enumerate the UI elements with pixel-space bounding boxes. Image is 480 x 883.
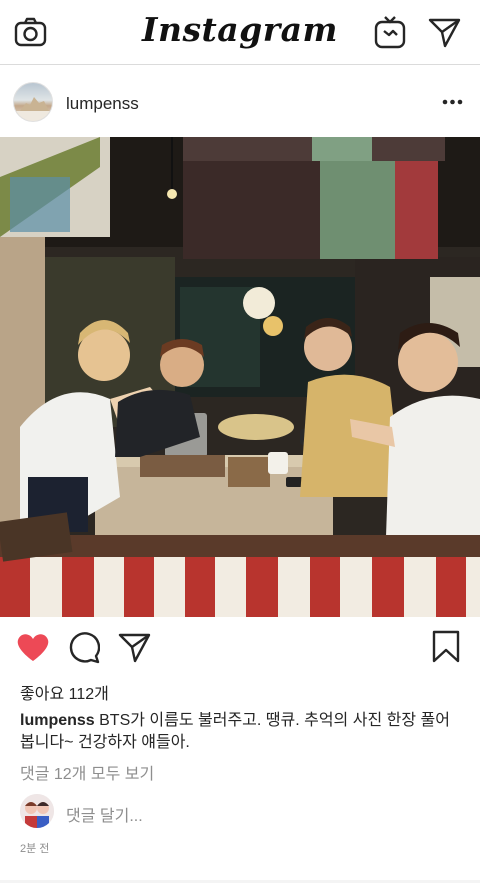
avatar-image (14, 97, 52, 121)
comment-input[interactable]: 댓글 달기... (66, 802, 143, 826)
more-options-svg (442, 99, 463, 105)
caption-username[interactable]: lumpenss (20, 712, 95, 729)
heart-filled-icon[interactable] (16, 632, 50, 667)
avatar[interactable] (13, 82, 53, 122)
top-navigation-bar: Instagram (0, 0, 480, 65)
direct-message-icon-svg (428, 18, 461, 48)
current-user-avatar (20, 794, 54, 828)
add-comment-row: 댓글 달기... (20, 794, 460, 830)
more-options-icon[interactable] (438, 94, 468, 110)
app-title: Instagram (142, 10, 338, 49)
comment-icon[interactable] (68, 632, 101, 669)
direct-message-icon[interactable] (428, 17, 462, 54)
post-actions (0, 620, 480, 676)
share-icon[interactable] (118, 632, 152, 669)
post-timestamp: 2분 전 (20, 843, 50, 855)
post-caption: lumpenss BTS가 이름도 불러주고. 땡큐. 추억의 사진 한장 풀어… (20, 710, 460, 754)
igtv-icon[interactable] (374, 15, 406, 54)
post-header: lumpenss (0, 74, 480, 132)
likes-count[interactable]: 좋아요 112개 (20, 680, 109, 704)
bookmark-icon[interactable] (432, 630, 460, 669)
railing (0, 557, 480, 617)
current-user-avatar-svg (20, 794, 54, 828)
like-button-svg (17, 634, 49, 661)
share-button-svg (118, 633, 151, 663)
igtv-icon-svg (374, 16, 406, 49)
comment-button-svg (69, 632, 101, 664)
post-photo[interactable] (0, 137, 480, 617)
save-button-svg (432, 630, 460, 663)
view-all-comments-link[interactable]: 댓글 12개 모두 보기 (20, 760, 154, 784)
post-photo-illustration (0, 137, 480, 617)
post-username[interactable]: lumpenss (66, 94, 139, 114)
